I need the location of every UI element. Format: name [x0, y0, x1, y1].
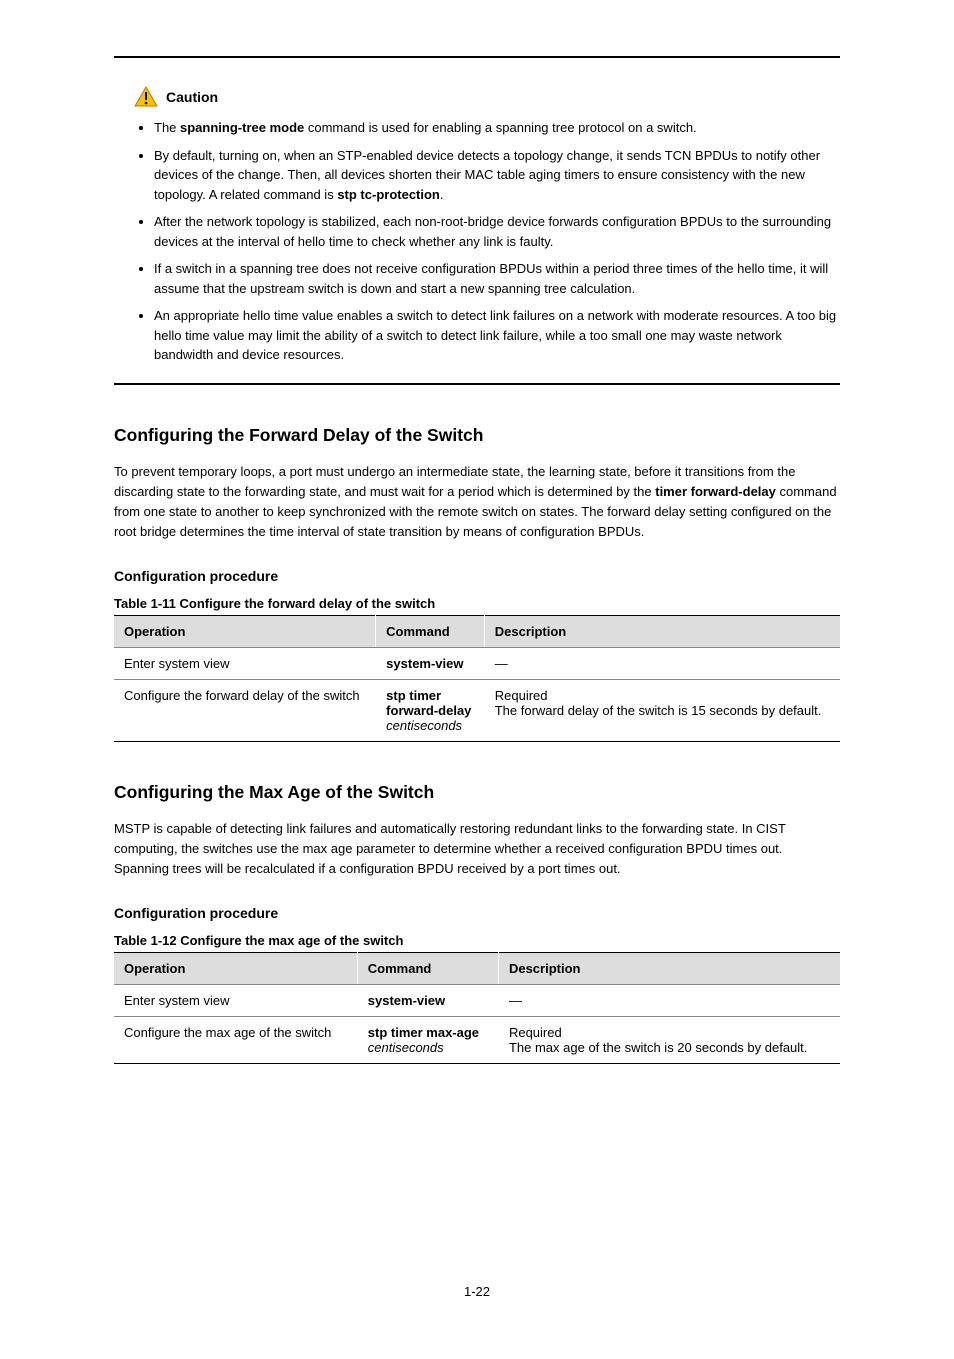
- table-max-age: Operation Command Description Enter syst…: [114, 952, 840, 1064]
- caution-icon: [134, 86, 158, 108]
- table-header-row: Operation Command Description: [114, 616, 840, 648]
- cell-description: —: [484, 648, 839, 680]
- table-forward-delay: Operation Command Description Enter syst…: [114, 615, 840, 742]
- caution-item: If a switch in a spanning tree does not …: [154, 259, 840, 298]
- cell-description: RequiredThe forward delay of the switch …: [484, 680, 839, 742]
- cell-command: system-view: [357, 985, 498, 1017]
- table-caption: Table 1-11 Configure the forward delay o…: [114, 596, 840, 611]
- document-page: Caution The spanning-tree mode command i…: [0, 0, 954, 1359]
- top-rule: [114, 56, 840, 58]
- subheading-config-procedure: Configuration procedure: [114, 568, 840, 584]
- section-heading-forward-delay: Configuring the Forward Delay of the Swi…: [114, 425, 840, 446]
- caution-list: The spanning-tree mode command is used f…: [134, 118, 840, 365]
- table-row: Enter system view system-view —: [114, 985, 840, 1017]
- section-heading-max-age: Configuring the Max Age of the Switch: [114, 782, 840, 803]
- caution-item: By default, turning on, when an STP-enab…: [154, 146, 840, 205]
- col-command: Command: [376, 616, 485, 648]
- caution-header: Caution: [134, 86, 840, 108]
- section-paragraph: To prevent temporary loops, a port must …: [114, 462, 840, 543]
- cell-description: RequiredThe max age of the switch is 20 …: [498, 1017, 839, 1064]
- cell-command: stp timerforward-delaycentiseconds: [376, 680, 485, 742]
- col-operation: Operation: [114, 616, 376, 648]
- col-operation: Operation: [114, 953, 357, 985]
- cell-operation: Configure the forward delay of the switc…: [114, 680, 376, 742]
- caution-item: An appropriate hello time value enables …: [154, 306, 840, 365]
- caution-label: Caution: [166, 89, 218, 105]
- cell-operation: Configure the max age of the switch: [114, 1017, 357, 1064]
- cell-operation: Enter system view: [114, 648, 376, 680]
- table-row: Configure the forward delay of the switc…: [114, 680, 840, 742]
- table-caption: Table 1-12 Configure the max age of the …: [114, 933, 840, 948]
- page-number: 1-22: [114, 1284, 840, 1299]
- cell-command: stp timer max-agecentiseconds: [357, 1017, 498, 1064]
- col-description: Description: [484, 616, 839, 648]
- col-description: Description: [498, 953, 839, 985]
- cell-description: —: [498, 985, 839, 1017]
- table-row: Configure the max age of the switch stp …: [114, 1017, 840, 1064]
- col-command: Command: [357, 953, 498, 985]
- cell-operation: Enter system view: [114, 985, 357, 1017]
- cell-command: system-view: [376, 648, 485, 680]
- table-header-row: Operation Command Description: [114, 953, 840, 985]
- table-row: Enter system view system-view —: [114, 648, 840, 680]
- section-paragraph: MSTP is capable of detecting link failur…: [114, 819, 840, 879]
- subheading-config-procedure: Configuration procedure: [114, 905, 840, 921]
- caution-item: The spanning-tree mode command is used f…: [154, 118, 840, 138]
- divider: [114, 383, 840, 385]
- caution-item: After the network topology is stabilized…: [154, 212, 840, 251]
